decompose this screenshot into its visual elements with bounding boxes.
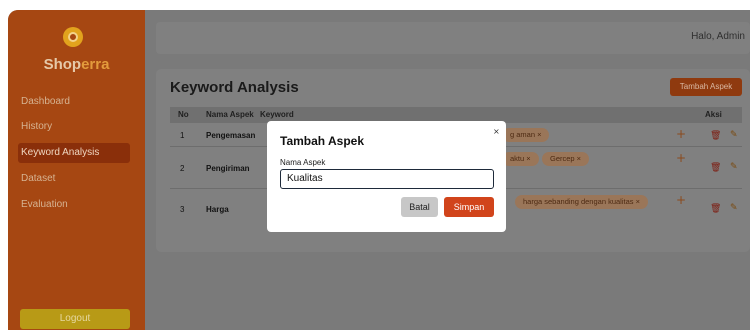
top-bar: Halo, Admin xyxy=(156,22,750,54)
edit-icon[interactable]: ✎ xyxy=(730,203,739,213)
trash-icon[interactable]: 🗑 xyxy=(710,204,721,214)
col-no: No xyxy=(178,110,189,119)
sidebar-item-dashboard[interactable]: Dashboard xyxy=(18,92,130,112)
close-icon[interactable]: × xyxy=(493,127,500,136)
keyword-tag[interactable]: g aman × xyxy=(502,128,550,142)
edit-icon[interactable]: ✎ xyxy=(730,162,739,172)
logout-button[interactable]: Logout xyxy=(20,309,130,329)
row-no: 2 xyxy=(180,164,185,173)
greeting-text: Halo, Admin xyxy=(691,31,745,42)
plus-icon[interactable]: + xyxy=(676,127,686,141)
modal-title: Tambah Aspek xyxy=(280,134,365,148)
sidebar-item-evaluation[interactable]: Evaluation xyxy=(18,195,130,215)
brand-name: Shoperra xyxy=(8,56,145,73)
keyword-tag[interactable]: aktu × xyxy=(502,152,539,166)
sidebar-item-dataset[interactable]: Dataset xyxy=(18,169,130,189)
cancel-button[interactable]: Batal xyxy=(401,197,438,217)
col-keyword: Keyword xyxy=(260,110,294,119)
row-no: 3 xyxy=(180,205,185,214)
trash-icon[interactable]: 🗑 xyxy=(710,131,721,141)
page-title: Keyword Analysis xyxy=(170,79,299,96)
edit-icon[interactable]: ✎ xyxy=(730,130,739,140)
screen: Shoperra Dashboard History Keyword Analy… xyxy=(0,0,750,330)
row-aspect: Pengiriman xyxy=(206,164,250,173)
sidebar-item-history[interactable]: History xyxy=(18,117,130,137)
col-actions: Aksi xyxy=(705,110,722,119)
brand-part-2: erra xyxy=(81,56,110,73)
keyword-tag[interactable]: harga sebanding dengan kualitas × xyxy=(515,195,648,209)
row-aspect: Harga xyxy=(206,205,229,214)
keyword-tag[interactable]: Gercep × xyxy=(542,152,590,166)
add-aspect-button[interactable]: Tambah Aspek xyxy=(670,78,742,96)
sidebar: Shoperra Dashboard History Keyword Analy… xyxy=(8,10,145,330)
row-aspect: Pengemasan xyxy=(206,131,256,140)
logo-icon xyxy=(63,27,83,47)
plus-icon[interactable]: + xyxy=(676,151,686,165)
trash-icon[interactable]: 🗑 xyxy=(710,163,721,173)
aspect-name-input[interactable]: Kualitas xyxy=(280,169,494,189)
col-aspect: Nama Aspek xyxy=(206,110,254,119)
sidebar-item-keyword-analysis[interactable]: Keyword Analysis xyxy=(18,143,130,163)
row-no: 1 xyxy=(180,131,185,140)
aspect-name-label: Nama Aspek xyxy=(280,158,326,167)
save-button[interactable]: Simpan xyxy=(444,197,494,217)
plus-icon[interactable]: + xyxy=(676,193,686,207)
add-aspect-modal: Tambah Aspek × Nama Aspek Kualitas Batal… xyxy=(267,121,506,232)
brand-part-1: Shop xyxy=(43,56,82,73)
